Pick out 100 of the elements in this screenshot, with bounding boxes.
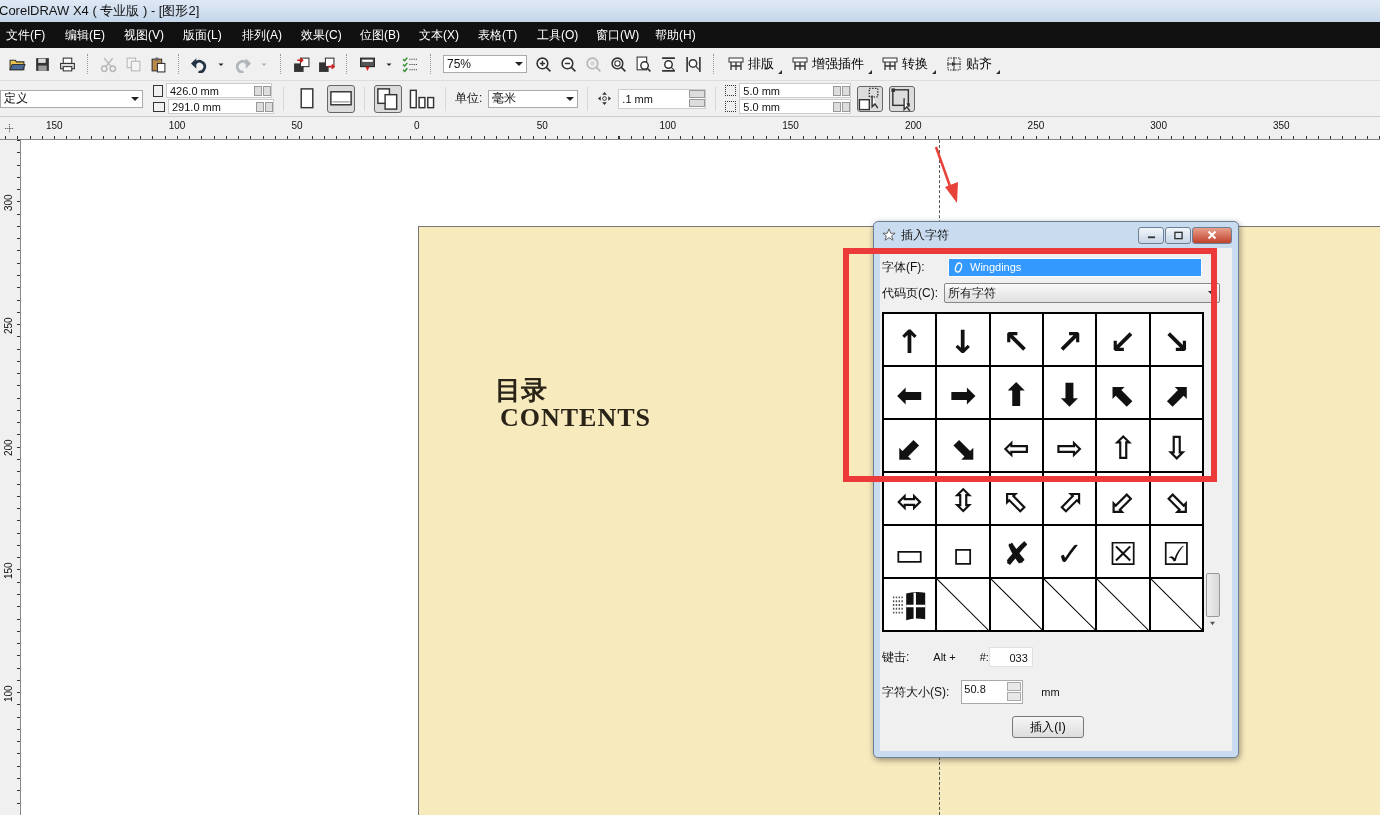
fit-page-icon[interactable] bbox=[660, 55, 677, 73]
menu-item[interactable]: 文本(X) bbox=[415, 26, 474, 44]
toolbar-button[interactable]: 转换 bbox=[880, 52, 936, 76]
select-frame-icon[interactable] bbox=[889, 85, 916, 112]
paper-size-dropdown[interactable]: 定义 bbox=[0, 89, 143, 108]
character-cell[interactable]: ⬈ bbox=[1150, 367, 1202, 418]
character-cell[interactable]: ⬋ bbox=[884, 420, 936, 471]
character-cell[interactable]: ⇨ bbox=[1044, 420, 1096, 471]
nudge-field[interactable]: .1 mm bbox=[618, 88, 707, 109]
scrollbar-thumb[interactable] bbox=[1205, 573, 1220, 617]
menu-item[interactable]: 编辑(E) bbox=[61, 26, 120, 44]
ruler-label: 100 bbox=[659, 120, 677, 131]
minimize-button[interactable] bbox=[1138, 226, 1164, 244]
ruler-label: 200 bbox=[3, 439, 14, 457]
ruler-label: 300 bbox=[1150, 120, 1167, 131]
character-cell[interactable]: ✓ bbox=[1044, 526, 1096, 577]
character-cell[interactable]: ⇦ bbox=[990, 420, 1042, 471]
character-cell[interactable]: ⬉ bbox=[1097, 367, 1149, 418]
ruler-origin-icon[interactable] bbox=[4, 123, 15, 134]
character-cell[interactable]: ↑ bbox=[884, 314, 936, 365]
printer-icon[interactable] bbox=[59, 55, 76, 73]
ruler-label: 300 bbox=[3, 194, 14, 211]
magnifier-icon[interactable] bbox=[610, 55, 627, 73]
code-page-label: 代码页(C): bbox=[882, 284, 939, 302]
close-button[interactable] bbox=[1192, 226, 1232, 244]
keystroke-label: 键击: bbox=[882, 648, 910, 666]
ruler-label: 50 bbox=[291, 120, 303, 131]
character-cell[interactable]: ↓ bbox=[937, 314, 989, 365]
select-filled-icon[interactable] bbox=[857, 85, 884, 112]
zoom-dropdown[interactable]: 75% bbox=[443, 55, 527, 73]
import-icon[interactable] bbox=[293, 55, 310, 73]
character-cell[interactable]: ⇩ bbox=[1150, 420, 1202, 471]
code-page-dropdown[interactable]: 所有字符 bbox=[944, 283, 1220, 303]
width-icon bbox=[153, 84, 163, 97]
zoom-out-icon[interactable] bbox=[560, 55, 577, 73]
ruler-label: 200 bbox=[904, 120, 922, 131]
character-cell[interactable]: ☑ bbox=[1150, 526, 1202, 577]
character-cell[interactable]: ⇧ bbox=[1097, 420, 1149, 471]
stacked-pages-icon[interactable] bbox=[374, 84, 402, 113]
ruler-label: 150 bbox=[3, 562, 14, 580]
character-cell[interactable]: ⬇ bbox=[1044, 367, 1096, 418]
character-cell[interactable]: ⬆ bbox=[990, 367, 1042, 418]
character-cell[interactable]: ↙ bbox=[1097, 314, 1149, 365]
character-cell[interactable]: ⬅ bbox=[884, 367, 936, 418]
toolbar-button[interactable]: 增强插件 bbox=[790, 52, 872, 76]
menu-item[interactable]: 版面(L) bbox=[179, 26, 238, 44]
toolbar-button[interactable]: 贴齐 bbox=[944, 52, 1000, 76]
window-title: CorelDRAW X4 ( 专业版 ) - [图形2] bbox=[0, 2, 200, 20]
menu-item[interactable]: 文件(F) bbox=[2, 26, 61, 44]
ruler-label: 100 bbox=[168, 120, 186, 131]
alt-label: Alt + bbox=[933, 651, 956, 663]
unit-label: 单位: bbox=[455, 90, 483, 107]
menu-item[interactable]: 位图(B) bbox=[356, 26, 415, 44]
unit-label: mm bbox=[1041, 686, 1060, 698]
export-icon[interactable] bbox=[318, 55, 335, 73]
height-field[interactable]: 291.0 mm bbox=[168, 99, 274, 114]
magnifier-icon[interactable] bbox=[635, 55, 652, 73]
zoom-in-icon[interactable] bbox=[535, 55, 552, 73]
menu-item[interactable]: 效果(C) bbox=[297, 26, 356, 44]
maximize-icon bbox=[1173, 230, 1183, 240]
landscape-page-icon[interactable] bbox=[327, 84, 355, 113]
ruler-label: 150 bbox=[782, 120, 799, 131]
character-cell[interactable]: ➡ bbox=[937, 367, 989, 418]
code-label: #: bbox=[979, 651, 989, 663]
clipboard-icon[interactable] bbox=[150, 55, 167, 73]
ruler-label: 250 bbox=[3, 317, 14, 334]
width-field[interactable]: 426.0 mm bbox=[166, 83, 272, 98]
star-icon bbox=[882, 228, 896, 242]
character-cell[interactable]: ↘ bbox=[1150, 314, 1202, 365]
scroll-down-icon[interactable] bbox=[1209, 621, 1216, 626]
monitor-icon[interactable] bbox=[359, 55, 376, 73]
dialog-title: 插入字符 bbox=[901, 226, 949, 244]
character-cell[interactable]: ☒ bbox=[1097, 526, 1149, 577]
toolbar-button[interactable]: 排版 bbox=[726, 52, 782, 76]
character-cell[interactable]: ↖ bbox=[990, 314, 1042, 365]
height-icon bbox=[153, 101, 165, 112]
character-size-field[interactable]: 50.8 bbox=[961, 680, 1024, 704]
close-icon bbox=[1207, 230, 1217, 240]
magnifier-icon[interactable] bbox=[685, 55, 702, 73]
character-cell[interactable]: ⬊ bbox=[937, 420, 989, 471]
menu-item[interactable]: 窗口(W) bbox=[592, 26, 651, 44]
insert-button[interactable]: 插入(I) bbox=[1012, 716, 1084, 738]
character-code-field[interactable]: 033 bbox=[988, 647, 1033, 667]
duplicate-x-field[interactable]: 5.0 mm bbox=[739, 83, 852, 98]
move-arrows-icon bbox=[597, 91, 613, 106]
menu-item[interactable]: 视图(V) bbox=[120, 26, 179, 44]
character-cell[interactable]: ▫ bbox=[937, 526, 989, 577]
unit-dropdown[interactable]: 毫米 bbox=[488, 89, 579, 108]
grid-columns-icon bbox=[882, 56, 898, 72]
character-cell[interactable]: ▭ bbox=[884, 526, 936, 577]
checklist-icon[interactable] bbox=[402, 55, 419, 73]
maximize-button[interactable] bbox=[1165, 226, 1191, 244]
menu-item[interactable]: 工具(O) bbox=[533, 26, 592, 44]
menu-item[interactable]: 表格(T) bbox=[474, 26, 533, 44]
menu-item[interactable]: 排列(A) bbox=[238, 26, 297, 44]
duplicate-y-field[interactable]: 5.0 mm bbox=[739, 99, 852, 114]
character-cell[interactable] bbox=[884, 579, 936, 630]
menu-item[interactable]: 帮助(H) bbox=[651, 26, 710, 44]
character-cell[interactable]: ↗ bbox=[1044, 314, 1096, 365]
character-cell[interactable]: ✘ bbox=[990, 526, 1042, 577]
